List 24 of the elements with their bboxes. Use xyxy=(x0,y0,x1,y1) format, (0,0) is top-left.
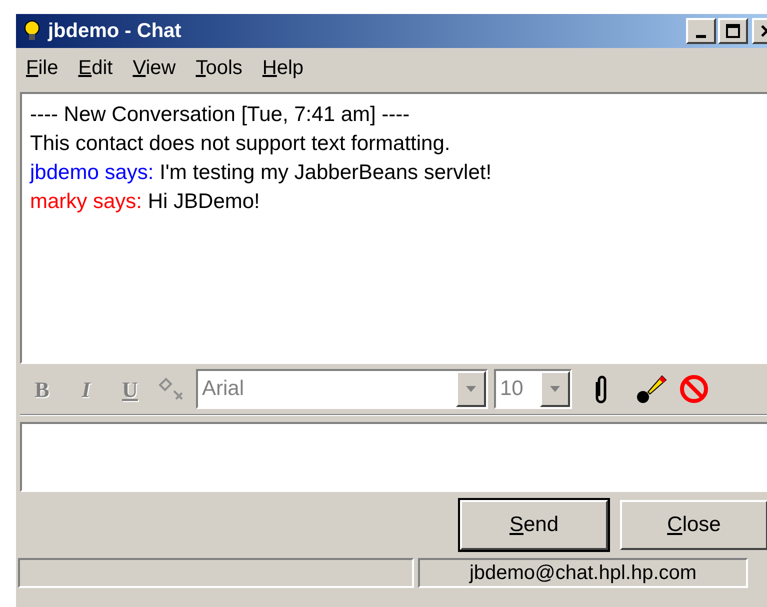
maximize-button[interactable] xyxy=(718,18,748,44)
block-icon[interactable] xyxy=(678,373,710,405)
send-button[interactable]: Send xyxy=(460,500,608,550)
message-input[interactable] xyxy=(20,422,767,492)
close-button[interactable]: Close xyxy=(620,500,767,550)
caret-icon xyxy=(465,385,477,393)
menu-item[interactable]: Help xyxy=(254,53,312,83)
menu-item[interactable]: File xyxy=(18,53,66,83)
system-message: This contact does not support text formatting. xyxy=(30,131,452,157)
caret-icon xyxy=(549,385,561,393)
menu-item[interactable]: Tools xyxy=(188,53,250,83)
lightbulb-icon xyxy=(22,19,42,43)
account-status: jbdemo@chat.hpl.hp.com xyxy=(418,558,748,588)
chat-message: jbdemo says: I'm testing my JabberBeans servlet! xyxy=(30,160,493,186)
minimize-icon xyxy=(696,35,706,38)
minimize-button[interactable] xyxy=(686,18,716,44)
window-title: jbdemo - Chat xyxy=(48,19,182,44)
dropdown-button[interactable] xyxy=(540,371,570,407)
menu-item[interactable]: Edit xyxy=(70,53,121,83)
menu-item[interactable]: View xyxy=(124,53,184,83)
chat-message: marky says: Hi JBDemo! xyxy=(30,189,261,215)
maximize-icon xyxy=(725,24,741,38)
dropdown-button[interactable] xyxy=(456,371,486,407)
system-message: ---- New Conversation [Tue, 7:41 am] ---- xyxy=(30,102,411,128)
